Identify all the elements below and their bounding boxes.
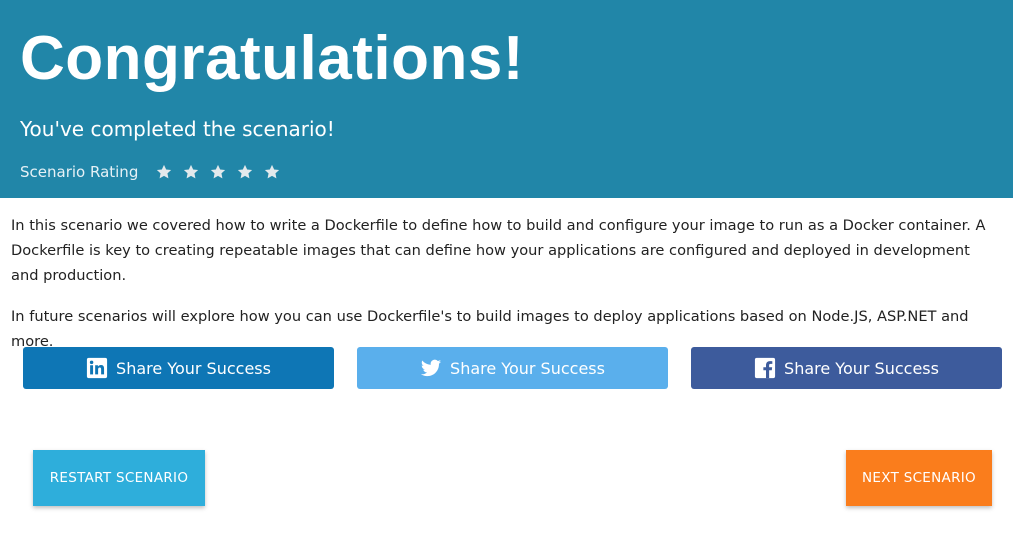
rating-star-2[interactable]: [182, 163, 200, 181]
share-linkedin-label: Share Your Success: [116, 358, 271, 378]
rating-star-4[interactable]: [236, 163, 254, 181]
linkedin-icon: [86, 357, 108, 379]
share-facebook-label: Share Your Success: [784, 358, 939, 378]
share-twitter-button[interactable]: Share Your Success: [357, 347, 668, 389]
summary-paragraph-1: In this scenario we covered how to write…: [11, 217, 986, 284]
completion-banner: Congratulations! You've completed the sc…: [0, 0, 1013, 198]
rating-star-1[interactable]: [155, 163, 173, 181]
rating-star-3[interactable]: [209, 163, 227, 181]
rating-star-5[interactable]: [263, 163, 281, 181]
rating-label: Scenario Rating: [20, 163, 139, 181]
scenario-rating: Scenario Rating: [20, 159, 281, 185]
share-facebook-button[interactable]: Share Your Success: [691, 347, 1002, 389]
restart-scenario-button[interactable]: RESTART SCENARIO: [33, 450, 205, 506]
twitter-icon: [420, 357, 442, 379]
share-linkedin-button[interactable]: Share Your Success: [23, 347, 334, 389]
next-scenario-button[interactable]: NEXT SCENARIO: [846, 450, 992, 506]
congratulations-title: Congratulations!: [20, 24, 524, 93]
share-twitter-label: Share Your Success: [450, 358, 605, 378]
completion-subtitle: You've completed the scenario!: [20, 117, 335, 141]
facebook-icon: [754, 357, 776, 379]
